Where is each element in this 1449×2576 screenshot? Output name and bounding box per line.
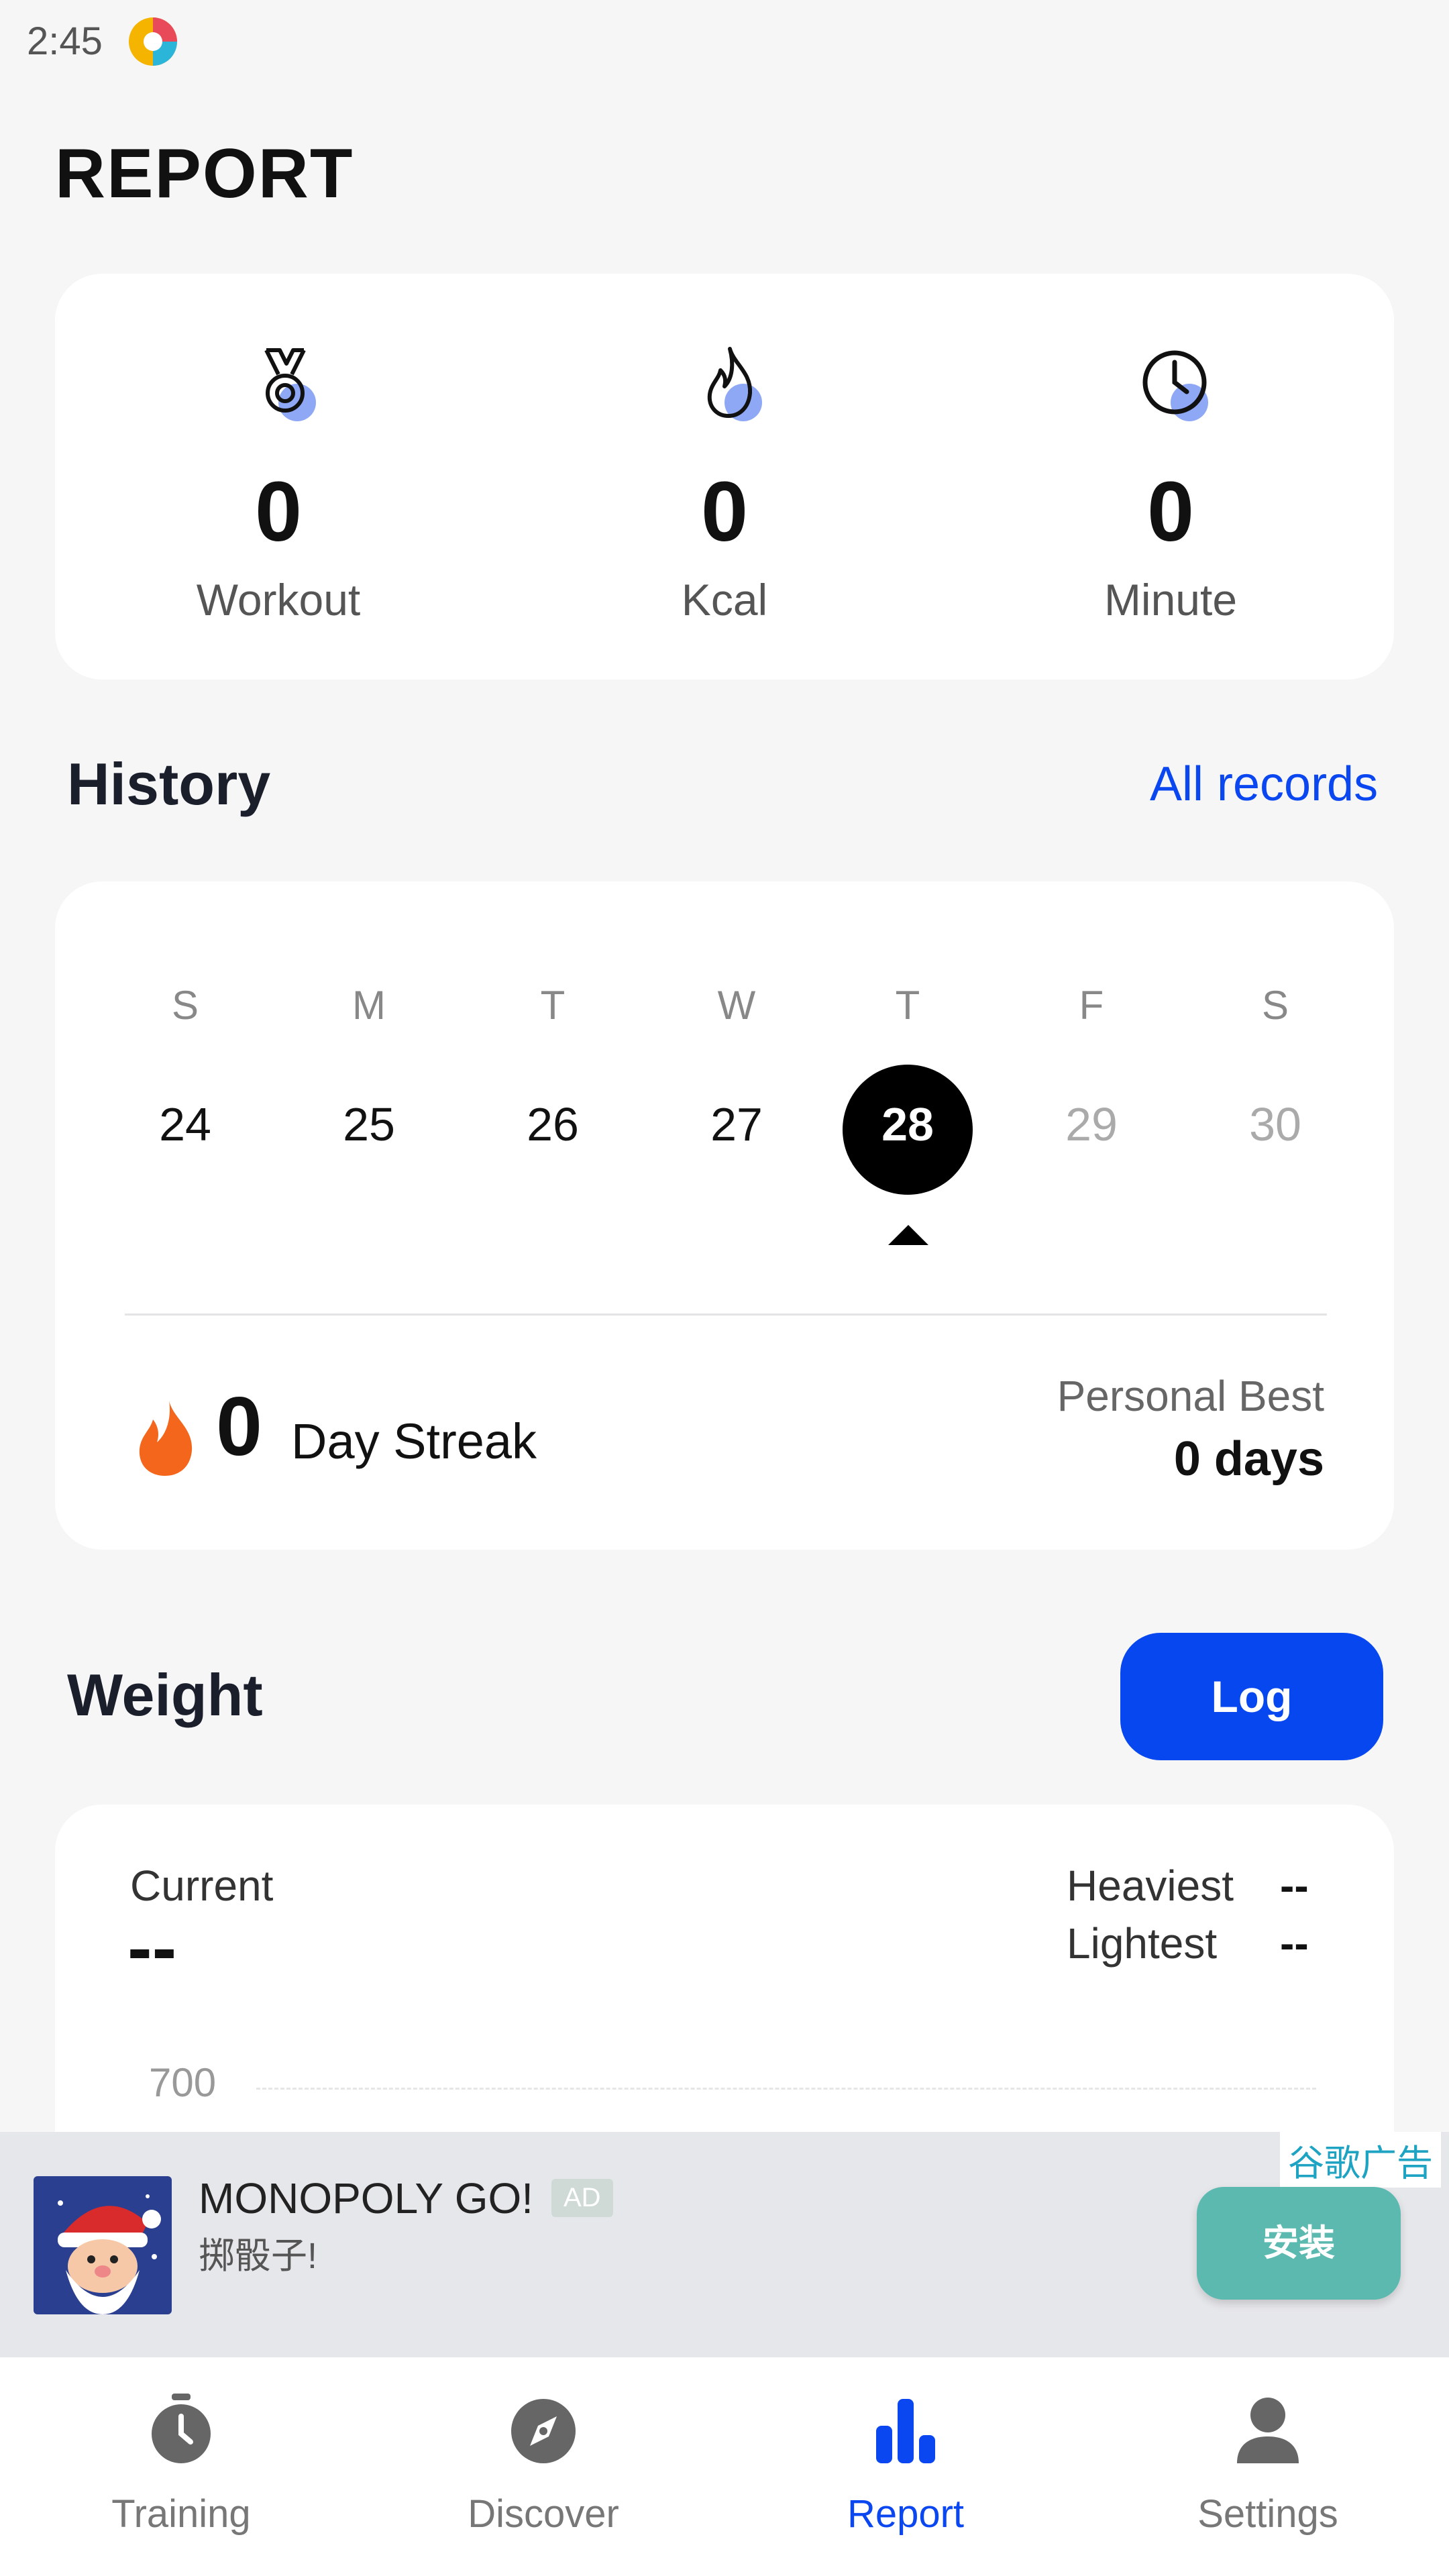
ad-badge: AD <box>551 2179 613 2217</box>
person-icon <box>1237 2398 1299 2463</box>
ad-install-button[interactable]: 安装 <box>1197 2187 1401 2300</box>
workout-label: Workout <box>196 575 361 625</box>
minute-label: Minute <box>1104 575 1238 625</box>
app-notification-icon <box>129 17 177 66</box>
streak-flame-icon <box>139 1401 193 1476</box>
clock-icon <box>1142 350 1208 421</box>
stopwatch-icon <box>152 2394 211 2463</box>
personal-best-value: 0 days <box>1173 1432 1324 1486</box>
bar-chart-icon <box>876 2399 935 2463</box>
weight-title: Weight <box>67 1662 263 1728</box>
page-title: REPORT <box>55 135 354 213</box>
streak-value: 0 <box>216 1381 262 1473</box>
status-time: 2:45 <box>27 19 103 63</box>
nav-report-label: Report <box>847 2492 965 2536</box>
stat-workout: 0 Workout <box>55 274 502 680</box>
medal-icon <box>264 348 316 421</box>
lightest-label: Lightest <box>1067 1919 1218 1968</box>
lightest-value: -- <box>1280 1919 1309 1968</box>
kcal-value: 0 <box>700 464 749 559</box>
nav-settings[interactable]: Settings <box>1087 2357 1449 2576</box>
day-25[interactable]: 25 <box>302 1097 436 1151</box>
personal-best-label: Personal Best <box>1057 1372 1324 1420</box>
ad-tag: 谷歌广告 <box>1280 2132 1441 2188</box>
divider <box>125 1313 1327 1316</box>
workout-value: 0 <box>254 464 303 559</box>
day-24[interactable]: 24 <box>118 1097 252 1151</box>
nav-report[interactable]: Report <box>724 2357 1087 2576</box>
ad-banner[interactable]: 谷歌广告 MONOPOLY GO! AD 掷骰子! 安装 <box>0 2132 1449 2357</box>
ad-app-image <box>34 2176 172 2314</box>
streak-label: Day Streak <box>291 1413 537 1469</box>
log-weight-button[interactable]: Log <box>1120 1633 1383 1760</box>
nav-settings-label: Settings <box>1197 2492 1338 2536</box>
weekday-tue: T <box>540 983 566 1028</box>
ad-title: MONOPOLY GO! <box>199 2174 534 2222</box>
nav-discover-label: Discover <box>468 2492 619 2536</box>
weekday-fri: F <box>1079 983 1104 1028</box>
stat-kcal: 0 Kcal <box>501 274 948 680</box>
day-28[interactable]: 28 <box>841 1097 975 1151</box>
compass-icon <box>511 2399 576 2463</box>
current-weight-value: -- <box>127 1907 177 1989</box>
nav-training[interactable]: Training <box>0 2357 362 2576</box>
selected-day-marker <box>888 1225 928 1245</box>
history-card: S M T W T F S 24 25 26 27 28 29 30 0 Day… <box>55 881 1394 1550</box>
ad-subtitle: 掷骰子! <box>199 2236 318 2276</box>
heaviest-value: -- <box>1280 1862 1309 1910</box>
day-26[interactable]: 26 <box>486 1097 620 1151</box>
weekday-sun: S <box>171 983 199 1028</box>
day-29[interactable]: 29 <box>1024 1097 1159 1151</box>
history-title: History <box>67 751 271 817</box>
day-27[interactable]: 27 <box>669 1097 804 1151</box>
stat-minute: 0 Minute <box>947 274 1394 680</box>
weight-chart-gridline <box>256 2088 1316 2090</box>
weekday-wed: W <box>717 983 756 1028</box>
all-records-link[interactable]: All records <box>1150 757 1378 812</box>
summary-card: 0 Workout 0 Kcal 0 Minute <box>55 274 1394 680</box>
day-30[interactable]: 30 <box>1208 1097 1342 1151</box>
weight-chart-y-tick: 700 <box>149 2060 217 2105</box>
nav-training-label: Training <box>111 2492 251 2536</box>
weekday-mon: M <box>352 983 386 1028</box>
heaviest-label: Heaviest <box>1067 1862 1234 1910</box>
bottom-nav: Training Discover Report Settings <box>0 2357 1449 2576</box>
weekday-thu: T <box>895 983 920 1028</box>
nav-discover[interactable]: Discover <box>362 2357 724 2576</box>
flame-icon <box>707 347 762 421</box>
minute-value: 0 <box>1146 464 1195 559</box>
kcal-label: Kcal <box>681 575 768 625</box>
weekday-sat: S <box>1261 983 1289 1028</box>
current-weight-label: Current <box>130 1862 274 1910</box>
